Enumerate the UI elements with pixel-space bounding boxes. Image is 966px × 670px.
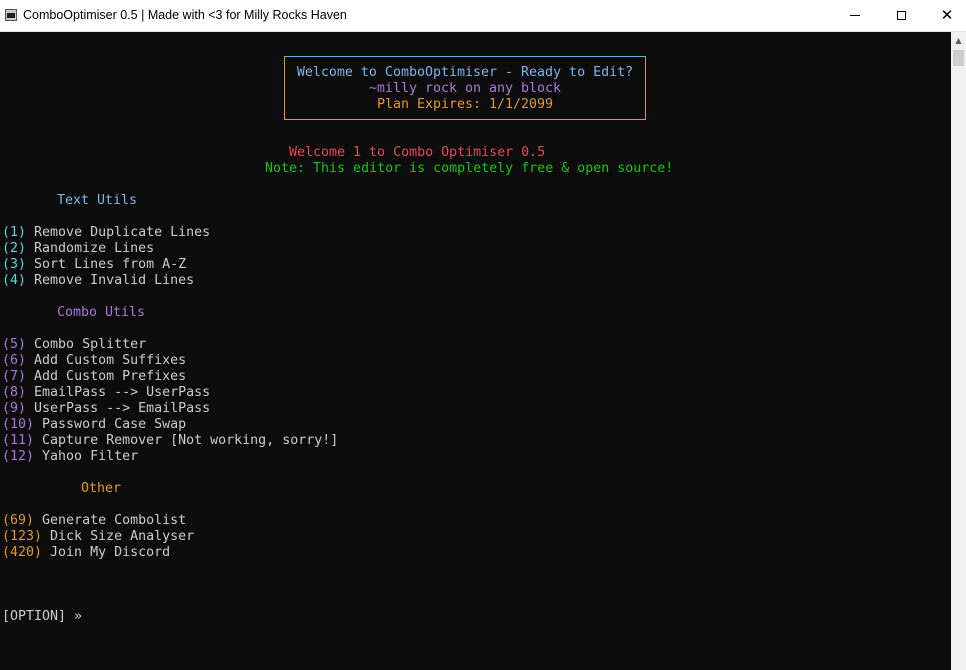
banner-line-3: Plan Expires: 1/1/2099 — [376, 97, 554, 112]
note-text: Note: This editor is completely free & o… — [265, 161, 674, 176]
menu-item-label: Add Custom Prefixes — [26, 369, 187, 384]
menu-item-label: Remove Duplicate Lines — [26, 225, 211, 240]
menu-item-label: Capture Remover [Not working, sorry!] — [34, 433, 339, 448]
vertical-scrollbar[interactable]: ▲ — [951, 32, 966, 670]
menu-item-number: (10) — [2, 417, 35, 432]
menu-item-label: Add Custom Suffixes — [26, 353, 187, 368]
banner-line-2: ~milly rock on any block — [368, 81, 562, 96]
menu-item-number: (123) — [2, 529, 43, 544]
menu-item-number: (11) — [2, 433, 35, 448]
menu-item-label: UserPass --> EmailPass — [26, 401, 211, 416]
maximize-icon — [896, 11, 906, 20]
close-icon: ✕ — [940, 6, 954, 24]
menu-item-label: Remove Invalid Lines — [26, 273, 195, 288]
menu-item-10: (10) Password Case Swap — [2, 417, 186, 433]
menu-item-number: (2) — [2, 241, 27, 256]
menu-item-69: (69) Generate Combolist — [2, 513, 186, 529]
menu-item-11: (11) Capture Remover [Not working, sorry… — [2, 433, 338, 449]
menu-item-6: (6) Add Custom Suffixes — [2, 353, 186, 369]
menu-item-number: (69) — [2, 513, 35, 528]
scrollbar-thumb[interactable] — [953, 50, 964, 66]
menu-item-123: (123) Dick Size Analyser — [2, 529, 194, 545]
menu-item-4: (4) Remove Invalid Lines — [2, 273, 194, 289]
menu-item-label: Combo Splitter — [26, 337, 147, 352]
welcome-banner-box: Welcome to ComboOptimiser - Ready to Edi… — [284, 56, 646, 120]
menu-item-5: (5) Combo Splitter — [2, 337, 146, 353]
console-icon — [5, 9, 17, 21]
console-output[interactable]: Welcome to ComboOptimiser - Ready to Edi… — [0, 32, 950, 670]
minimize-button[interactable] — [832, 0, 878, 31]
menu-item-number: (5) — [2, 337, 27, 352]
option-prompt[interactable]: [OPTION] » — [2, 609, 82, 625]
menu-item-label: Generate Combolist — [34, 513, 187, 528]
menu-item-number: (9) — [2, 401, 27, 416]
menu-item-number: (1) — [2, 225, 27, 240]
menu-item-number: (4) — [2, 273, 27, 288]
window-titlebar: ComboOptimiser 0.5 | Made with <3 for Mi… — [0, 0, 966, 32]
section-heading-combo-utils: Combo Utils — [57, 305, 146, 320]
menu-item-label: Dick Size Analyser — [42, 529, 195, 544]
menu-item-label: Randomize Lines — [26, 241, 155, 256]
menu-item-number: (3) — [2, 257, 27, 272]
menu-item-3: (3) Sort Lines from A-Z — [2, 257, 186, 273]
menu-item-2: (2) Randomize Lines — [2, 241, 154, 257]
scroll-up-arrow-icon[interactable]: ▲ — [951, 32, 966, 49]
welcome-text: Welcome 1 to Combo Optimiser 0.5 — [289, 145, 546, 160]
menu-item-label: Join My Discord — [42, 545, 171, 560]
close-button[interactable]: ✕ — [924, 0, 966, 31]
menu-item-12: (12) Yahoo Filter — [2, 449, 138, 465]
menu-item-number: (6) — [2, 353, 27, 368]
menu-item-number: (12) — [2, 449, 35, 464]
menu-item-label: Yahoo Filter — [34, 449, 139, 464]
menu-item-label: Password Case Swap — [34, 417, 187, 432]
menu-item-9: (9) UserPass --> EmailPass — [2, 401, 210, 417]
banner-line-1: Welcome to ComboOptimiser - Ready to Edi… — [296, 65, 634, 80]
section-heading-text-utils: Text Utils — [57, 193, 138, 208]
section-heading-other: Other — [81, 481, 122, 496]
menu-item-7: (7) Add Custom Prefixes — [2, 369, 186, 385]
menu-item-420: (420) Join My Discord — [2, 545, 170, 561]
minimize-icon — [850, 15, 860, 16]
menu-item-label: Sort Lines from A-Z — [26, 257, 187, 272]
menu-item-number: (420) — [2, 545, 43, 560]
menu-item-1: (1) Remove Duplicate Lines — [2, 225, 210, 241]
maximize-button[interactable] — [878, 0, 924, 31]
menu-item-number: (7) — [2, 369, 27, 384]
menu-item-label: EmailPass --> UserPass — [26, 385, 211, 400]
window-title: ComboOptimiser 0.5 | Made with <3 for Mi… — [23, 8, 347, 22]
menu-item-8: (8) EmailPass --> UserPass — [2, 385, 210, 401]
menu-item-number: (8) — [2, 385, 27, 400]
